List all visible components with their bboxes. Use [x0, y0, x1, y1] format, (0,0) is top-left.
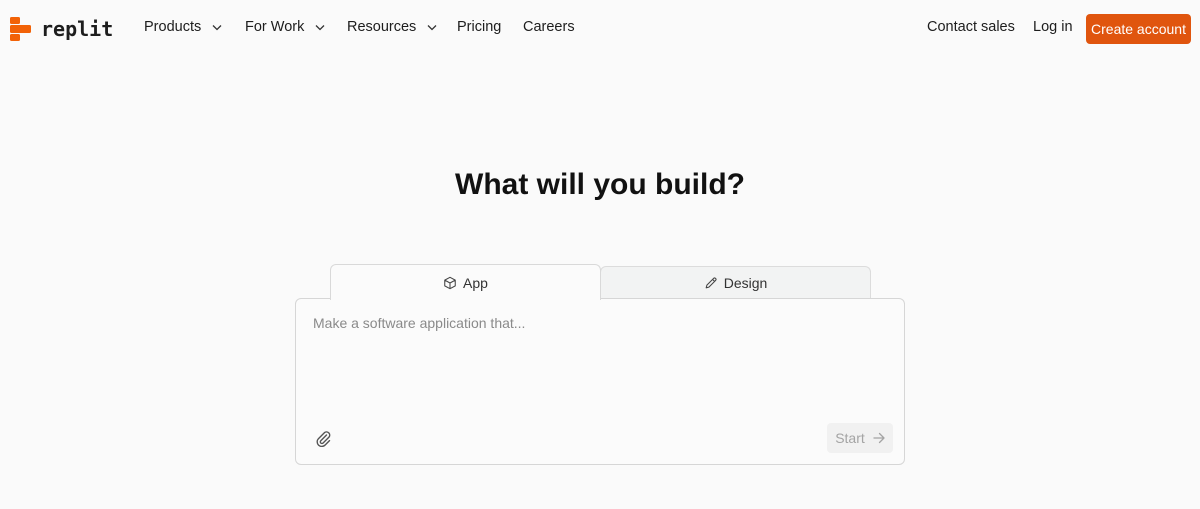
paperclip-icon[interactable] [314, 429, 332, 447]
login-link[interactable]: Log in [1033, 19, 1073, 35]
pencil-icon [705, 277, 717, 289]
nav-products-label: Products [144, 19, 202, 35]
arrow-right-icon [873, 432, 885, 444]
cube-icon [444, 276, 456, 289]
nav-careers[interactable]: Careers [523, 19, 575, 35]
start-button[interactable]: Start [827, 423, 893, 453]
tab-design-label: Design [723, 275, 768, 291]
nav-pricing-label: Pricing [457, 19, 502, 35]
nav-products[interactable]: Products [144, 19, 222, 35]
nav-for-work-label: For Work [245, 19, 305, 35]
tab-app-label: App [463, 274, 488, 291]
nav-pricing[interactable]: Pricing [457, 19, 501, 35]
nav-resources-label: Resources [347, 19, 417, 35]
contact-sales-link[interactable]: Contact sales [927, 19, 1015, 35]
chevron-down-icon [212, 24, 222, 30]
chevron-down-icon [427, 24, 437, 30]
chevron-down-icon [315, 24, 325, 30]
brand-name: replit [41, 17, 114, 41]
nav-careers-label: Careers [523, 19, 575, 35]
tab-app[interactable]: App [330, 264, 601, 300]
create-account-button[interactable]: Create account [1086, 14, 1191, 44]
prompt-input[interactable] [313, 315, 888, 415]
page-title: What will you build? [455, 168, 745, 201]
top-navbar: replit Products For Work Resources Prici… [0, 0, 1200, 58]
nav-for-work[interactable]: For Work [245, 19, 325, 35]
start-label: Start [835, 430, 865, 446]
tab-design[interactable]: Design [600, 266, 871, 299]
prompt-composer: Start [295, 298, 905, 465]
replit-logo[interactable]: replit [10, 17, 113, 41]
replit-logo-icon [10, 17, 32, 41]
nav-resources[interactable]: Resources [347, 19, 437, 35]
